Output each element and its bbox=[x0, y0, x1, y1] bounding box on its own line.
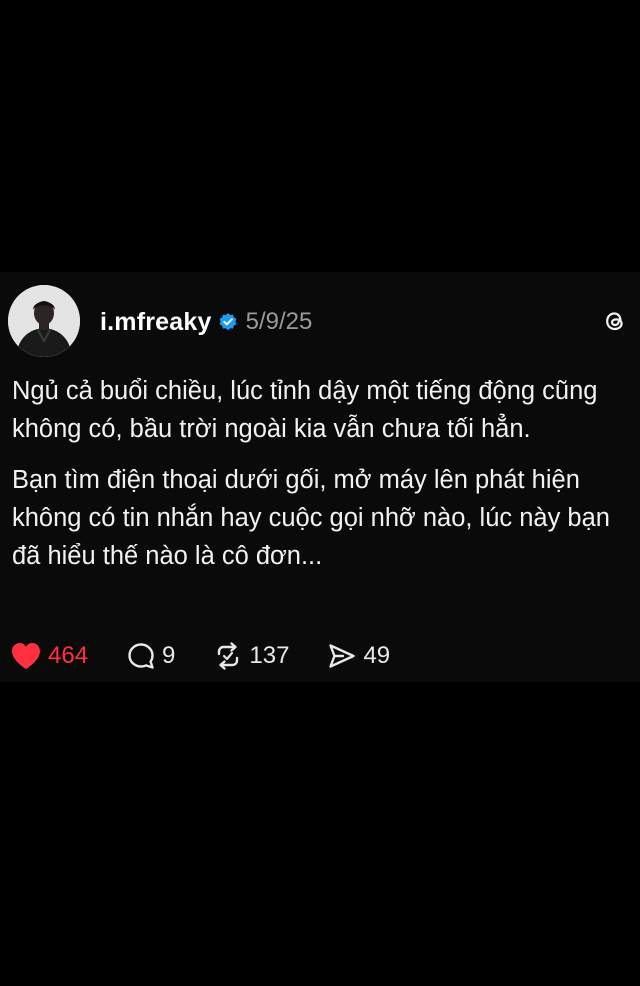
username[interactable]: i.mfreaky bbox=[100, 308, 212, 337]
avatar[interactable] bbox=[8, 285, 80, 357]
reply-count: 9 bbox=[162, 642, 176, 669]
reply-button[interactable]: 9 bbox=[126, 641, 175, 671]
comment-icon bbox=[128, 643, 154, 669]
post-paragraph: Ngủ cả buổi chiều, lúc tỉnh dậy một tiến… bbox=[12, 377, 598, 443]
verified-badge-icon bbox=[218, 312, 238, 332]
post-header: i.mfreaky 5/9/25 bbox=[100, 304, 312, 340]
send-icon bbox=[329, 644, 356, 668]
post-actions: 464 9 137 49 bbox=[10, 638, 390, 674]
post-body: Ngủ cả buổi chiều, lúc tỉnh dậy một tiến… bbox=[12, 372, 632, 588]
repost-button[interactable]: 137 bbox=[213, 641, 289, 671]
post-date: 5/9/25 bbox=[245, 308, 313, 335]
threads-logo-icon[interactable] bbox=[602, 308, 628, 334]
heart-icon bbox=[12, 643, 40, 669]
threads-post-card: i.mfreaky 5/9/25 Ngủ cả buổi chiều, lúc … bbox=[0, 272, 640, 682]
repost-count: 137 bbox=[249, 642, 290, 669]
share-count: 49 bbox=[363, 642, 391, 669]
avatar-photo bbox=[8, 285, 80, 357]
repost-icon bbox=[218, 642, 239, 670]
like-button[interactable]: 464 bbox=[10, 641, 88, 671]
post-paragraph: Bạn tìm điện thoại dưới gối, mở máy lên … bbox=[12, 466, 610, 570]
like-count: 464 bbox=[48, 642, 89, 669]
share-button[interactable]: 49 bbox=[327, 641, 390, 671]
